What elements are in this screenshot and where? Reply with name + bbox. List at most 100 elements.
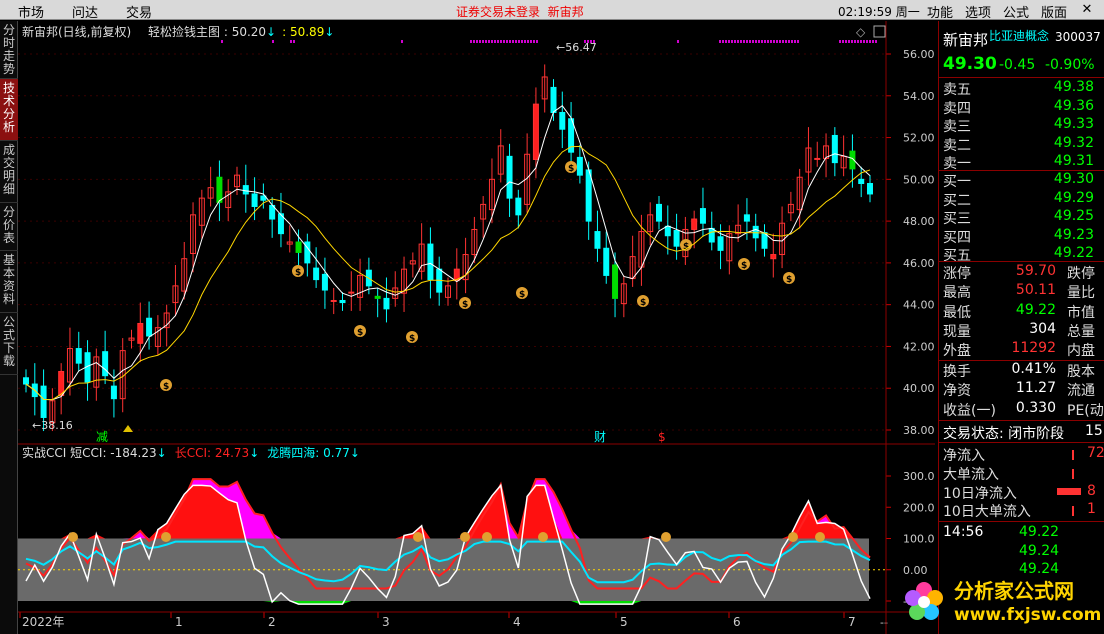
marker-finance: 财 bbox=[594, 430, 606, 444]
tab-formula-download[interactable]: 公式下载 bbox=[0, 313, 18, 375]
candle bbox=[75, 348, 82, 364]
cci-tick: 200.0 bbox=[903, 501, 935, 514]
chart-area[interactable]: 56.00 54.00 52.00 50.00 48.00 46.00 44.00 42.00… bbox=[18, 21, 935, 634]
stat-3-value: 304 bbox=[1029, 320, 1056, 337]
candle bbox=[506, 155, 513, 199]
candle bbox=[576, 156, 583, 176]
candle bbox=[550, 86, 557, 113]
candle bbox=[40, 385, 47, 418]
diamond-icon[interactable]: ◇ bbox=[856, 25, 866, 39]
stat-4-label: 外盘 bbox=[943, 343, 971, 360]
price-change-pct: -0.90% bbox=[1045, 57, 1095, 73]
bid-1-value: 49.30 bbox=[1053, 171, 1094, 187]
watermark-logo: 分析家公式网 www.fxjsw.com bbox=[898, 574, 1104, 630]
candle bbox=[242, 185, 249, 195]
x-tick: 1 bbox=[175, 615, 183, 629]
candle bbox=[313, 267, 320, 281]
svg-text:$: $ bbox=[295, 268, 301, 278]
candle bbox=[515, 197, 522, 216]
signal-coin-icon bbox=[68, 532, 78, 542]
stat-1-value: 50.11 bbox=[1015, 282, 1056, 299]
stat-4-value: 11292 bbox=[1011, 340, 1056, 357]
menu-function[interactable]: 功能 bbox=[927, 2, 953, 21]
stat-0-right-label: 跌停 bbox=[1067, 266, 1095, 282]
ask-3-label: 卖三 bbox=[943, 119, 971, 135]
price-tick: 46.00 bbox=[903, 257, 935, 270]
flow-3-bar bbox=[1072, 506, 1074, 517]
menu-trade[interactable]: 交易 bbox=[126, 2, 152, 21]
cci-tick: 100.0 bbox=[903, 533, 935, 546]
flow-3-label: 10日大单流入 bbox=[943, 504, 1031, 521]
ask-2-label: 卖二 bbox=[943, 137, 971, 154]
signal-coin-icon bbox=[788, 532, 798, 542]
candle bbox=[699, 208, 706, 224]
logo-url: www.fxjsw.com bbox=[954, 605, 1101, 625]
marker-reduce: 减 bbox=[96, 430, 108, 444]
x-tick: 4 bbox=[513, 615, 521, 629]
tab-price-table[interactable]: 分价表 bbox=[0, 203, 18, 251]
candle bbox=[146, 317, 153, 337]
cci-tick: 300.0 bbox=[903, 470, 935, 483]
signal-coin-icon bbox=[482, 532, 492, 542]
tick-time: 14:56 bbox=[943, 524, 984, 540]
signal-coin-icon bbox=[661, 532, 671, 542]
tab-basic-info[interactable]: 基本资料 bbox=[0, 251, 18, 313]
flow-2-label: 10日净流入 bbox=[943, 485, 1017, 502]
scroll-dash-icon[interactable]: -- bbox=[880, 616, 888, 629]
bid-5-label: 买五 bbox=[943, 248, 971, 264]
flow-2-value: 8 bbox=[1087, 482, 1096, 499]
stat-2-value: 49.22 bbox=[1015, 301, 1056, 318]
fund-0-label: 换手 bbox=[943, 364, 971, 380]
price-tick: 42.00 bbox=[903, 340, 935, 353]
fund-1-value: 11.27 bbox=[1015, 380, 1056, 397]
candle bbox=[814, 157, 821, 160]
menu-options[interactable]: 选项 bbox=[965, 2, 991, 21]
svg-text:$: $ bbox=[741, 261, 747, 271]
menu-layout[interactable]: 版面 bbox=[1041, 2, 1067, 21]
bid-2-label: 买二 bbox=[943, 192, 971, 209]
close-icon[interactable]: ✕ bbox=[1080, 2, 1094, 17]
candle bbox=[532, 103, 539, 160]
bid-1-label: 买一 bbox=[943, 174, 971, 190]
fund-1-right-label: 流通 bbox=[1067, 383, 1095, 400]
high-mark: ←56.47 bbox=[556, 41, 597, 54]
candle bbox=[708, 227, 715, 243]
ask-5-label: 卖五 bbox=[943, 82, 971, 98]
candle bbox=[383, 297, 390, 310]
x-tick: 5 bbox=[620, 615, 628, 629]
candle bbox=[752, 225, 759, 239]
clock: 02:19:59 周一 bbox=[838, 5, 920, 19]
tick-price: 49.22 bbox=[1019, 524, 1060, 540]
menu-wenda[interactable]: 问达 bbox=[72, 2, 98, 21]
menu-formula[interactable]: 公式 bbox=[1003, 2, 1029, 21]
tab-technical[interactable]: 技术分析 bbox=[0, 79, 18, 141]
tab-deals[interactable]: 成交明细 bbox=[0, 141, 18, 203]
x-tick: 6 bbox=[733, 615, 741, 629]
concept-tag[interactable]: 比亚迪概念 bbox=[989, 27, 1049, 44]
fund-1-label: 净资 bbox=[943, 383, 971, 400]
svg-text:$: $ bbox=[568, 164, 574, 174]
indicator-name: 轻松捡钱主图 : 50.20↓: 50.89↓ bbox=[148, 24, 334, 39]
last-price: 49.30 bbox=[943, 54, 997, 74]
stat-2-right-label: 市值 bbox=[1067, 304, 1095, 321]
svg-text:$: $ bbox=[357, 328, 363, 338]
candle bbox=[612, 264, 619, 299]
menu-market[interactable]: 市场 bbox=[18, 2, 44, 21]
candle bbox=[656, 203, 662, 222]
price-tick: 54.00 bbox=[903, 90, 935, 103]
candle bbox=[339, 299, 346, 304]
price-change: -0.45 bbox=[999, 57, 1036, 73]
fund-2-label: 收益(一) bbox=[943, 402, 996, 419]
price-tick: 50.00 bbox=[903, 173, 935, 186]
ask-1-value: 49.31 bbox=[1053, 153, 1094, 169]
ask-5-value: 49.38 bbox=[1053, 79, 1094, 95]
flow-1-bar bbox=[1072, 468, 1074, 479]
stat-4-right-label: 内盘 bbox=[1067, 343, 1095, 360]
price-tick: 52.00 bbox=[903, 132, 935, 145]
x-tick: 7 bbox=[848, 615, 856, 629]
price-tick: 44.00 bbox=[903, 299, 935, 312]
flow-3-value: 1 bbox=[1087, 501, 1096, 518]
tab-intraday[interactable]: 分时走势 bbox=[0, 21, 18, 79]
signal-coin-icon bbox=[815, 532, 825, 542]
flow-0-bar bbox=[1072, 450, 1074, 460]
